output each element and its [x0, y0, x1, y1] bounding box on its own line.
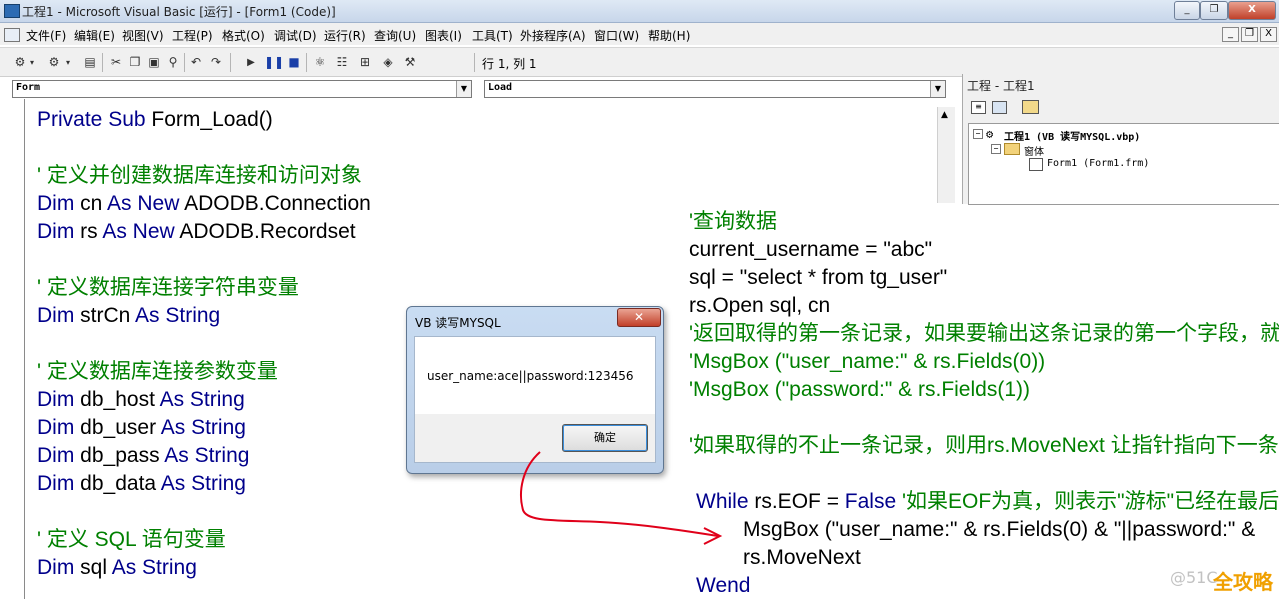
annotation-arrow — [520, 451, 723, 545]
watermark-logo: 全攻略 — [1213, 570, 1273, 594]
watermark-text: @51C — [1170, 568, 1218, 587]
